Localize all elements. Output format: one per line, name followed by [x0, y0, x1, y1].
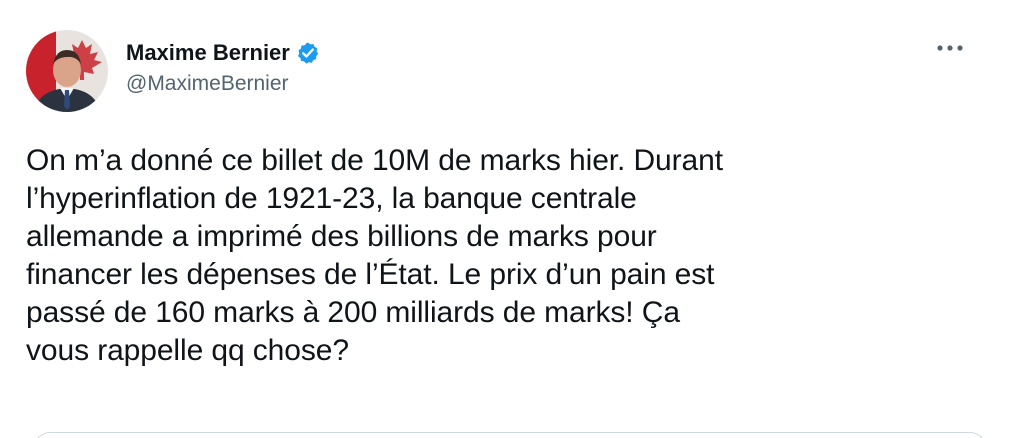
author-identity: Maxime Bernier @MaximeBernier	[126, 38, 320, 96]
tweet-card: Maxime Bernier @MaximeBernier On m’a don…	[0, 0, 1016, 438]
media-card-edge[interactable]	[34, 432, 986, 438]
verified-badge-icon	[296, 41, 320, 65]
author-handle[interactable]: @MaximeBernier	[126, 72, 320, 96]
more-options-icon[interactable]	[932, 36, 968, 60]
tweet-text: On m’a donné ce billet de 10M de marks h…	[26, 144, 723, 367]
display-name[interactable]: Maxime Bernier	[126, 40, 290, 66]
avatar[interactable]	[26, 30, 108, 112]
avatar-photo	[26, 30, 108, 112]
tweet-header: Maxime Bernier @MaximeBernier	[26, 30, 996, 114]
name-row: Maxime Bernier	[126, 38, 320, 68]
